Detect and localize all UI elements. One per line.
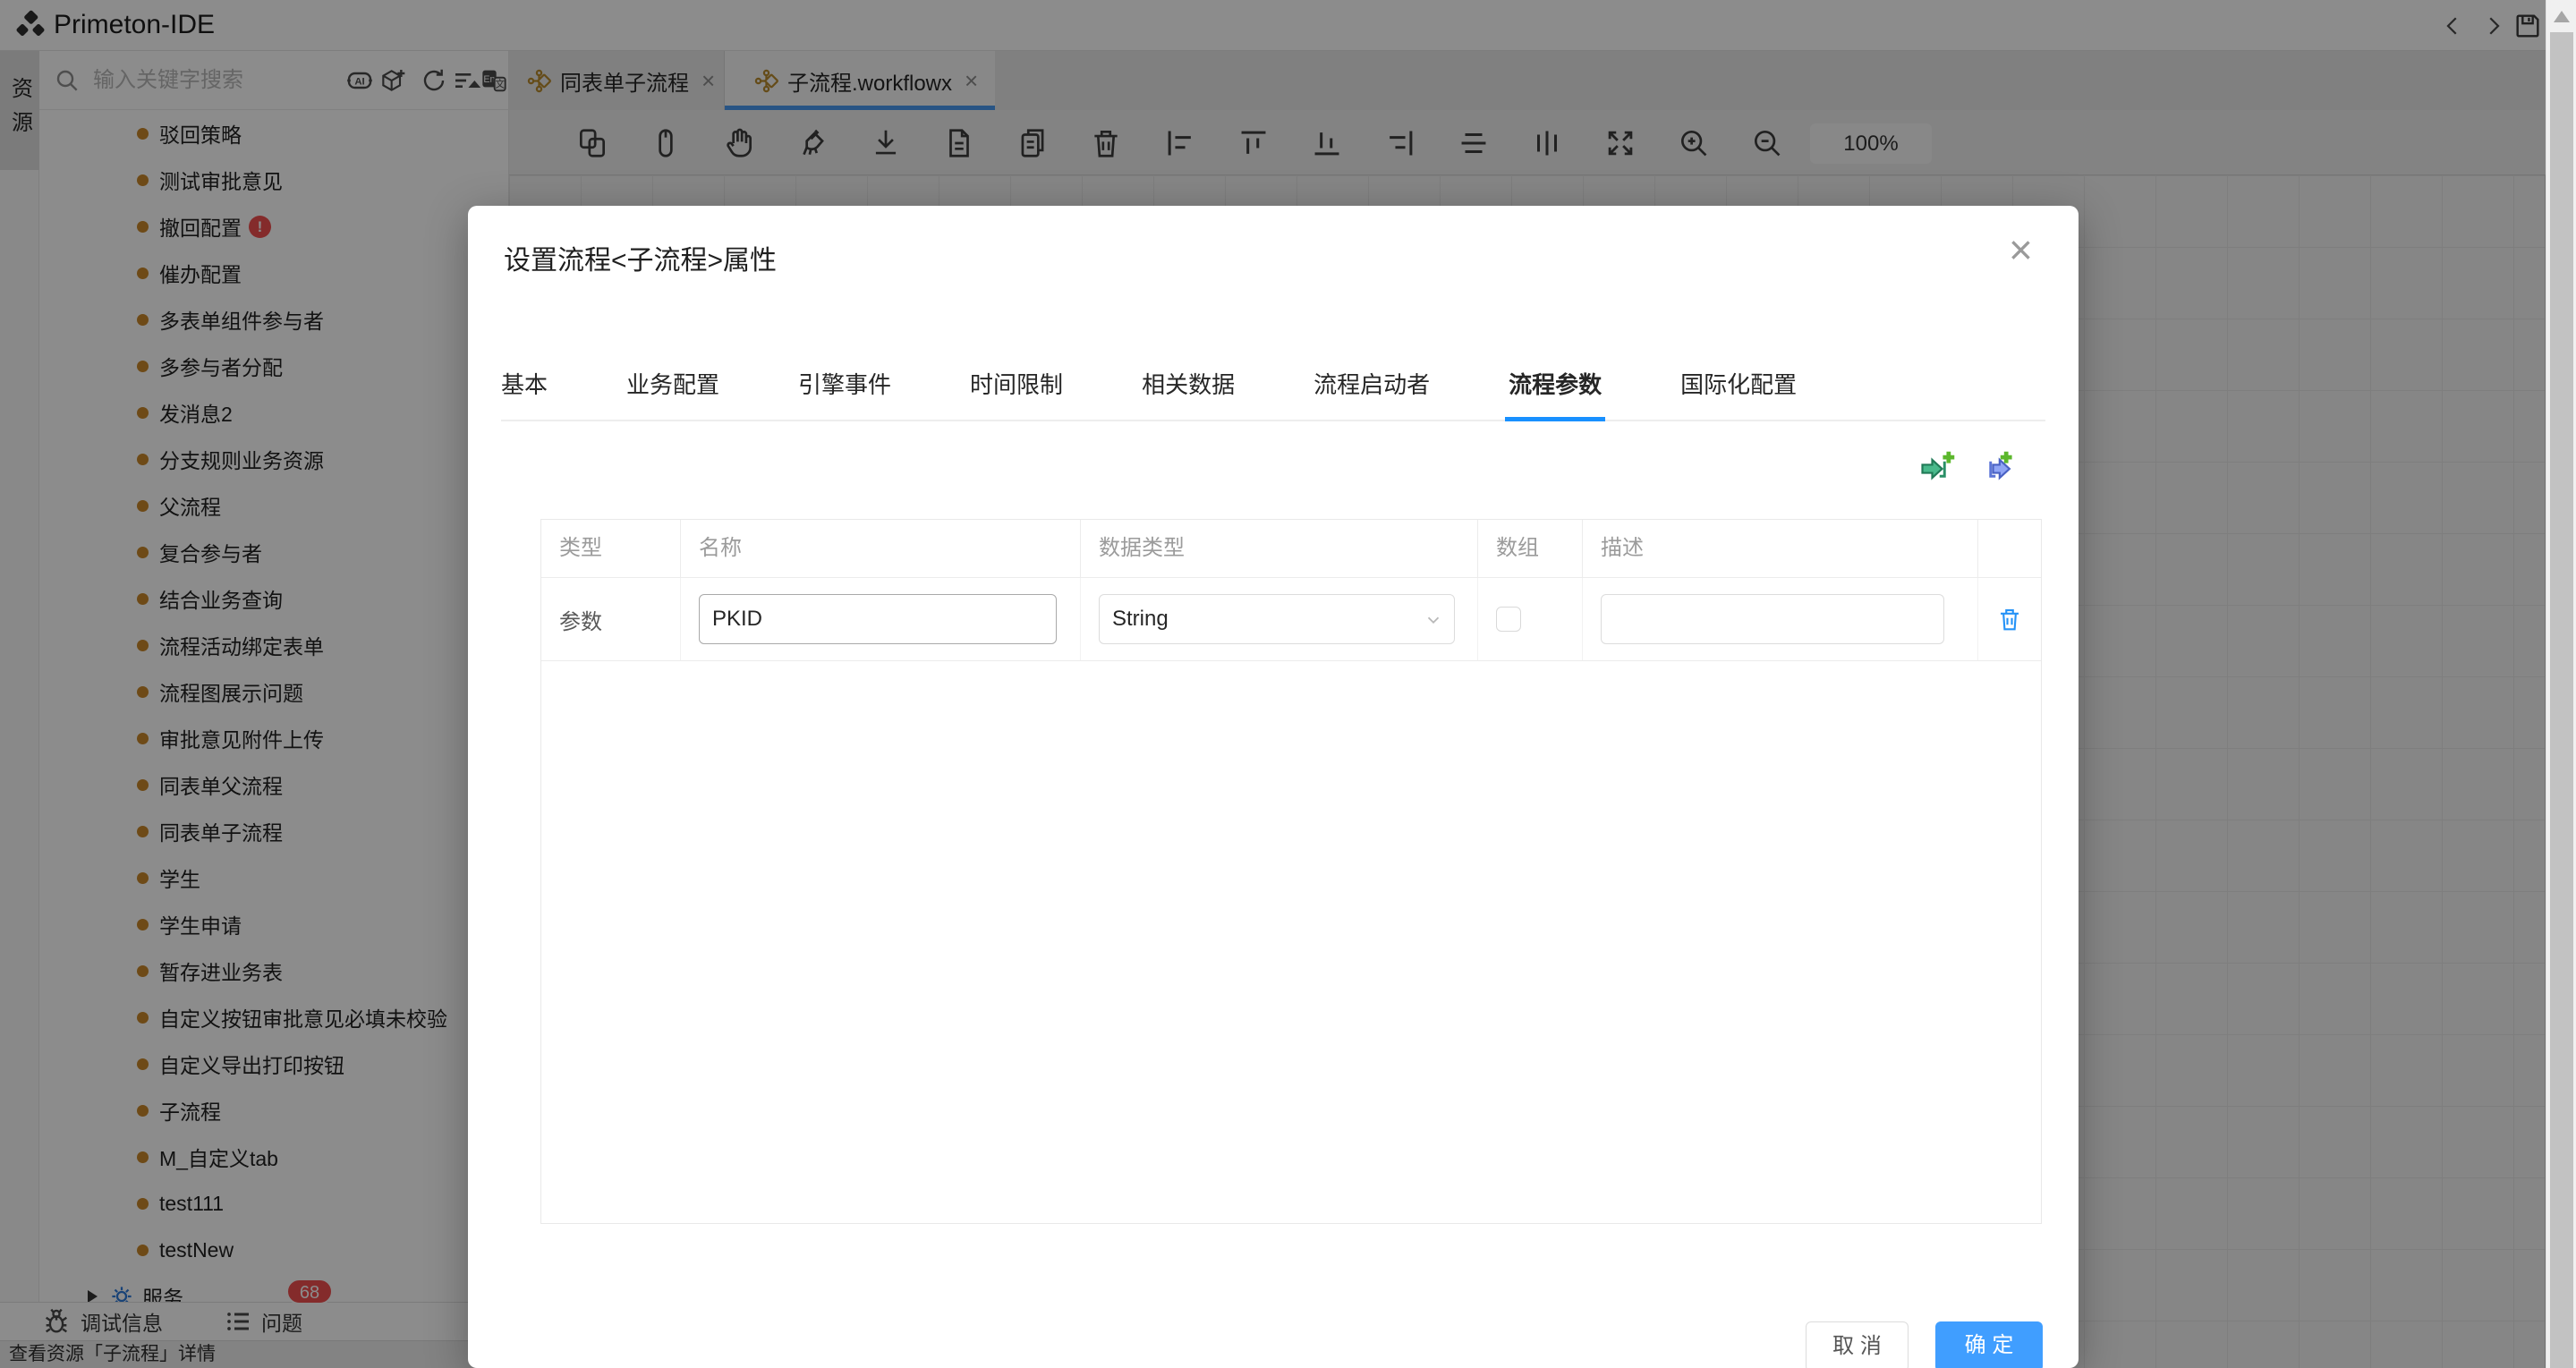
tab-business-config[interactable]: 业务配置 xyxy=(626,367,719,420)
delete-row-icon[interactable] xyxy=(1996,606,2023,633)
add-input-parameter-icon[interactable] xyxy=(1917,449,1957,489)
col-header-array: 数组 xyxy=(1478,520,1583,577)
table-header-row: 类型 名称 数据类型 数组 描述 xyxy=(541,520,2041,578)
process-properties-dialog: × 设置流程<子流程>属性 基本 业务配置 引擎事件 时间限制 相关数据 流程启… xyxy=(468,206,2079,1368)
dialog-tab-bar: 基本 业务配置 引擎事件 时间限制 相关数据 流程启动者 流程参数 国际化配置 xyxy=(501,367,2045,421)
table-row: 参数 String xyxy=(541,578,2041,661)
ok-button[interactable]: 确 定 xyxy=(1935,1321,2043,1368)
close-icon[interactable]: × xyxy=(2009,229,2033,270)
col-header-type: 类型 xyxy=(541,520,681,577)
col-header-description: 描述 xyxy=(1583,520,1978,577)
param-array-checkbox[interactable] xyxy=(1496,607,1521,632)
param-description-input[interactable] xyxy=(1601,594,1944,644)
col-header-name: 名称 xyxy=(681,520,1081,577)
scrollbar-thumb[interactable] xyxy=(2550,32,2573,1368)
col-header-datatype: 数据类型 xyxy=(1081,520,1478,577)
dialog-title: 设置流程<子流程>属性 xyxy=(504,238,777,277)
tab-time-limit[interactable]: 时间限制 xyxy=(970,367,1063,420)
tab-i18n-config[interactable]: 国际化配置 xyxy=(1680,367,1797,420)
cancel-button[interactable]: 取 消 xyxy=(1806,1321,1909,1368)
scrollbar-up-icon[interactable] xyxy=(2554,11,2570,22)
tab-basic[interactable]: 基本 xyxy=(501,367,548,420)
param-datatype-select[interactable]: String xyxy=(1099,594,1455,644)
tab-process-initiator[interactable]: 流程启动者 xyxy=(1314,367,1430,420)
param-name-input[interactable] xyxy=(699,594,1057,644)
col-header-actions xyxy=(1978,520,2041,577)
param-type: 参数 xyxy=(559,604,602,635)
tab-process-parameters[interactable]: 流程参数 xyxy=(1509,367,1602,420)
tab-engine-events[interactable]: 引擎事件 xyxy=(798,367,891,420)
window-scrollbar[interactable] xyxy=(2546,0,2576,1368)
add-output-parameter-icon[interactable] xyxy=(1978,449,2018,489)
parameters-table: 类型 名称 数据类型 数组 描述 参数 String xyxy=(540,519,2042,1224)
tab-related-data[interactable]: 相关数据 xyxy=(1142,367,1235,420)
chevron-down-icon xyxy=(1424,610,1443,630)
